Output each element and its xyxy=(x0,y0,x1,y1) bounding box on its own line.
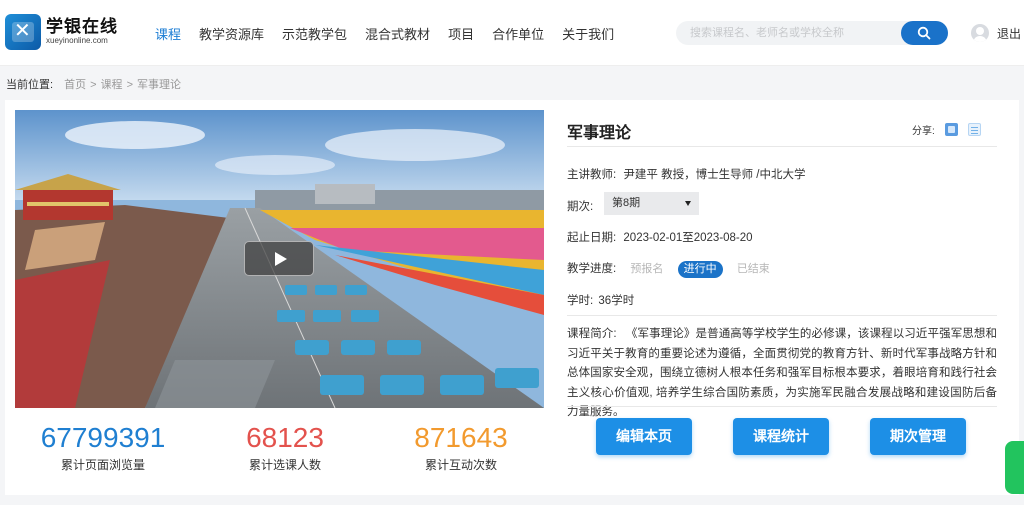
nav-item-demo-packages[interactable]: 示范教学包 xyxy=(282,24,347,43)
hours-row: 学时: 36学时 xyxy=(567,292,634,308)
user-area: 退出 xyxy=(971,24,1021,42)
share-qzone-icon[interactable] xyxy=(944,123,958,136)
divider xyxy=(567,146,997,147)
share-label: 分享: xyxy=(912,126,935,137)
course-stats-button[interactable]: 课程统计 xyxy=(733,418,829,455)
breadcrumb-current: 军事理论 xyxy=(137,79,181,91)
stat-value: 67799391 xyxy=(40,422,166,453)
logo-domain: xueyinonline.com xyxy=(46,36,108,45)
main-nav: 课程 教学资源库 示范教学包 混合式教材 项目 合作单位 关于我们 xyxy=(155,24,632,43)
dates-row: 起止日期: 2023-02-01至2023-08-20 xyxy=(567,229,753,245)
stat-value: 871643 xyxy=(414,422,508,453)
stat-label: 累计互动次数 xyxy=(424,458,497,472)
intro-label: 课程简介: xyxy=(567,328,617,340)
breadcrumb-courses[interactable]: 课程 xyxy=(101,79,123,91)
course-intro: 课程简介: 《军事理论》是普通高等学校学生的必修课，该课程以习近平强军思想和习近… xyxy=(567,325,997,423)
course-title: 军事理论 xyxy=(567,125,632,142)
course-stats: 67799391 累计页面浏览量 68123 累计选课人数 871643 累计互… xyxy=(15,422,544,482)
search-input[interactable] xyxy=(690,24,900,42)
teacher-label: 主讲教师: xyxy=(567,169,617,181)
teacher-value: 尹建平 教授，博士生导师 /中北大学 xyxy=(623,169,806,181)
top-header: ✕ 学银在线 xueyinonline.com 课程 教学资源库 示范教学包 混… xyxy=(0,0,1024,66)
stage-in-progress: 进行中 xyxy=(677,261,723,278)
logout-link[interactable]: 退出 xyxy=(997,25,1021,42)
teacher-row: 主讲教师: 尹建平 教授，博士生导师 /中北大学 xyxy=(567,166,806,182)
stat-value: 68123 xyxy=(246,422,324,453)
nav-item-blended-textbooks[interactable]: 混合式教材 xyxy=(365,24,430,43)
stat-page-views: 67799391 累计页面浏览量 xyxy=(15,422,191,473)
stage-pre-enroll: 预报名 xyxy=(630,263,664,275)
course-card: 67799391 累计页面浏览量 68123 累计选课人数 871643 累计互… xyxy=(5,100,1019,495)
progress-label: 教学进度: xyxy=(567,263,617,275)
action-buttons: 编辑本页 课程统计 期次管理 xyxy=(596,418,966,455)
dates-value: 2023-02-01至2023-08-20 xyxy=(623,232,753,244)
share-bar: 分享: xyxy=(912,122,981,137)
stat-label: 累计选课人数 xyxy=(248,458,321,472)
breadcrumb: 当前位置: 首页 > 课程 > 军事理论 xyxy=(6,76,181,92)
term-select[interactable]: 第8期 xyxy=(604,192,699,215)
term-select-value: 第8期 xyxy=(612,197,641,209)
chevron-down-icon xyxy=(685,201,691,206)
term-manage-button[interactable]: 期次管理 xyxy=(870,418,966,455)
logo-icon: ✕ xyxy=(5,14,41,50)
dates-label: 起止日期: xyxy=(567,232,617,244)
hours-value: 36学时 xyxy=(598,295,635,307)
divider xyxy=(567,315,997,316)
hours-label: 学时: xyxy=(567,295,594,307)
divider xyxy=(567,406,997,407)
stage-finished: 已结束 xyxy=(736,263,770,275)
share-weibo-icon[interactable] xyxy=(967,123,981,136)
site-logo[interactable]: ✕ 学银在线 xueyinonline.com xyxy=(5,14,118,50)
breadcrumb-separator: > xyxy=(90,79,97,91)
term-row: 期次: 第8期 xyxy=(567,192,707,215)
user-icon[interactable] xyxy=(971,24,989,42)
edit-page-button[interactable]: 编辑本页 xyxy=(596,418,692,455)
breadcrumb-home[interactable]: 首页 xyxy=(64,79,86,91)
search-button[interactable] xyxy=(901,21,948,45)
intro-text: 《军事理论》是普通高等学校学生的必修课，该课程以习近平强军思想和习近平关于教育的… xyxy=(567,328,997,418)
nav-item-partners[interactable]: 合作单位 xyxy=(492,24,544,43)
course-video[interactable] xyxy=(15,110,544,408)
nav-item-about[interactable]: 关于我们 xyxy=(562,24,614,43)
side-float-tab[interactable] xyxy=(1005,441,1024,494)
progress-row: 教学进度: 预报名 进行中 已结束 xyxy=(567,260,776,278)
nav-item-projects[interactable]: 项目 xyxy=(448,24,474,43)
breadcrumb-label: 当前位置: xyxy=(6,79,54,91)
nav-item-resource-library[interactable]: 教学资源库 xyxy=(199,24,264,43)
stat-interactions: 871643 累计互动次数 xyxy=(373,422,549,473)
term-label: 期次: xyxy=(567,201,594,213)
stat-label: 累计页面浏览量 xyxy=(60,458,145,472)
stat-enrollments: 68123 累计选课人数 xyxy=(197,422,373,473)
search-icon xyxy=(917,26,931,40)
play-button[interactable] xyxy=(244,241,314,276)
search-bar xyxy=(676,21,948,45)
nav-item-courses[interactable]: 课程 xyxy=(155,24,181,43)
logo-name: 学银在线 xyxy=(46,17,118,36)
breadcrumb-separator: > xyxy=(126,79,133,91)
